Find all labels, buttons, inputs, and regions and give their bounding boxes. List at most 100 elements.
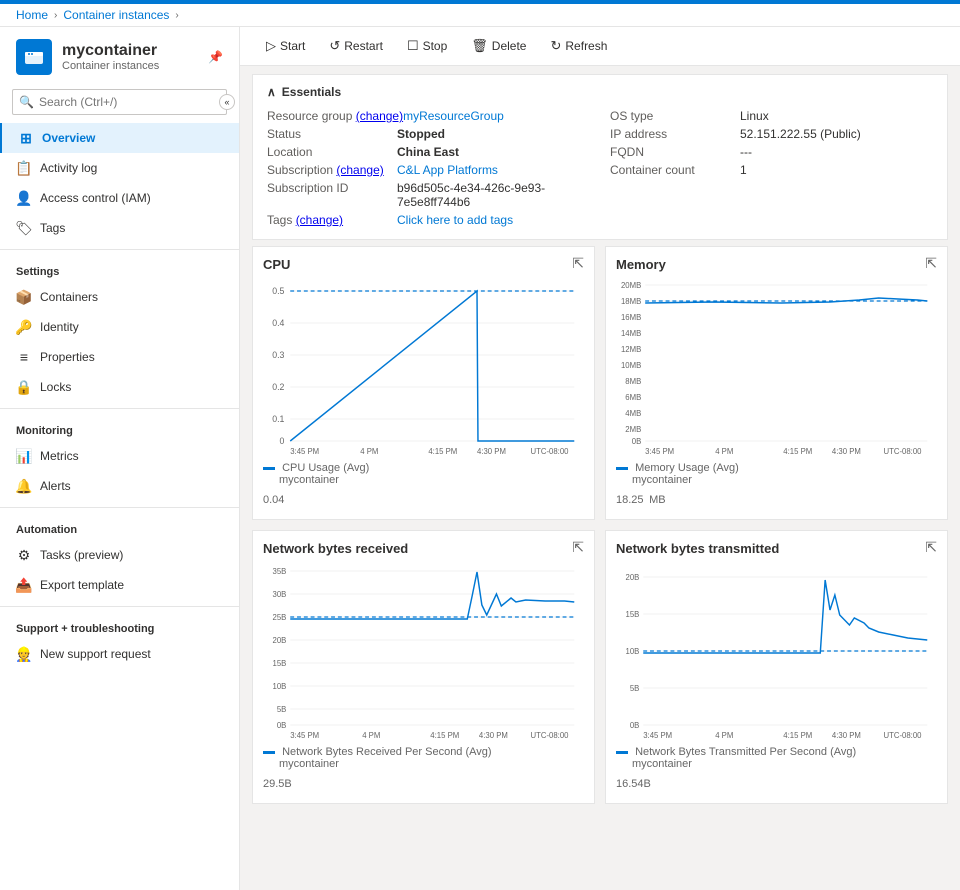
search-input[interactable] [12, 89, 227, 115]
memory-chart-pin-icon[interactable]: ⇱ [925, 255, 937, 272]
svg-text:3:45 PM: 3:45 PM [645, 447, 674, 456]
nav-icon-metrics: 📊 [16, 448, 32, 464]
ess-label-os: OS type [610, 109, 740, 123]
stop-button[interactable]: ☐ Stop [397, 33, 457, 59]
nav-divider [0, 408, 239, 409]
memory-legend-sub: mycontainer [632, 474, 692, 486]
svg-text:4:15 PM: 4:15 PM [783, 447, 812, 456]
nav-label-tags: Tags [40, 221, 65, 235]
sidebar-item-containers[interactable]: 📦Containers [0, 282, 239, 312]
ess-label-sub-id: Subscription ID [267, 181, 397, 209]
essentials-grid: Resource group (change) myResourceGroup … [267, 107, 933, 229]
svg-text:35B: 35B [273, 567, 287, 576]
start-icon: ▷ [266, 38, 276, 54]
memory-chart-title: Memory [616, 257, 937, 272]
nav-icon-overview: ⊞ [18, 130, 34, 146]
svg-text:30B: 30B [273, 590, 287, 599]
nav-label-locks: Locks [40, 380, 71, 394]
sidebar-item-locks[interactable]: 🔒 Locks [0, 372, 239, 402]
stop-icon: ☐ [407, 38, 419, 54]
svg-text:12MB: 12MB [621, 345, 641, 354]
nav-label-tasks: Tasks (preview) [40, 548, 123, 562]
svg-text:4 PM: 4 PM [715, 447, 733, 456]
ess-row-sub-id: Subscription ID b96d505c-4e34-426c-9e93-… [267, 179, 590, 211]
sidebar-item-tags[interactable]: 🏷 Tags [0, 213, 239, 243]
refresh-button[interactable]: ↻ Refresh [540, 33, 617, 59]
ess-value-os: Linux [740, 109, 769, 123]
charts-area: CPU ⇱ 0.5 0.4 0.3 0.2 0.1 0 [240, 246, 960, 890]
svg-text:0B: 0B [277, 721, 287, 730]
restart-button[interactable]: ↺ Restart [319, 33, 393, 59]
memory-chart-meta: Memory Usage (Avg) mycontainer [616, 462, 937, 486]
sidebar-item-export-template[interactable]: 📤Export template [0, 570, 239, 600]
nav-label-activity-log: Activity log [40, 161, 97, 175]
nav-label-overview: Overview [42, 131, 95, 145]
svg-text:20B: 20B [626, 573, 640, 582]
cpu-chart-pin-icon[interactable]: ⇱ [572, 255, 584, 272]
ess-row-tags: Tags (change) Click here to add tags [267, 211, 590, 229]
pin-icon[interactable]: 📌 [208, 50, 223, 64]
nav-divider [0, 606, 239, 607]
cpu-chart-meta: CPU Usage (Avg) mycontainer [263, 462, 584, 486]
sidebar-item-access-control[interactable]: 👤Access control (IAM) [0, 183, 239, 213]
start-button[interactable]: ▷ Start [256, 33, 315, 59]
net-transmitted-chart-title: Network bytes transmitted [616, 541, 937, 556]
nav-icon-locks: 🔒 [16, 379, 32, 395]
ess-value-sub-id: b96d505c-4e34-426c-9e93-7e5e8ff744b6 [397, 181, 590, 209]
sidebar-item-tasks[interactable]: ⚙Tasks (preview) [0, 540, 239, 570]
cpu-chart-title: CPU [263, 257, 584, 272]
net-received-meta: Network Bytes Received Per Second (Avg) … [263, 746, 584, 770]
net-received-chart-pin-icon[interactable]: ⇱ [572, 539, 584, 556]
svg-text:20MB: 20MB [621, 281, 641, 290]
svg-text:4 PM: 4 PM [360, 447, 378, 456]
breadcrumb-container-instances[interactable]: Container instances [63, 8, 169, 22]
breadcrumb-home[interactable]: Home [16, 8, 48, 22]
svg-text:10MB: 10MB [621, 361, 641, 370]
ess-row-os: OS type Linux [610, 107, 933, 125]
net-transmitted-unit: B [644, 778, 651, 790]
collapse-sidebar-button[interactable]: « [219, 94, 235, 110]
breadcrumb-sep1: › [54, 10, 57, 21]
svg-text:4:30 PM: 4:30 PM [477, 447, 506, 456]
resource-title: mycontainer [62, 42, 159, 60]
cpu-chart-container: 0.5 0.4 0.3 0.2 0.1 0 [263, 276, 584, 456]
nav-icon-alerts: 🔔 [16, 478, 32, 494]
ess-row-ip: IP address 52.151.222.55 (Public) [610, 125, 933, 143]
cpu-chart-card: CPU ⇱ 0.5 0.4 0.3 0.2 0.1 0 [252, 246, 595, 520]
sidebar-item-new-support[interactable]: 👷New support request [0, 639, 239, 669]
nav-label-export-template: Export template [40, 578, 124, 592]
net-received-chart-card: Network bytes received ⇱ 35B 30B 25B 20B… [252, 530, 595, 804]
sidebar-item-properties[interactable]: ≡Properties [0, 342, 239, 372]
breadcrumb: Home › Container instances › [0, 4, 960, 27]
sidebar-item-activity-log[interactable]: 📋Activity log [0, 153, 239, 183]
sidebar-item-metrics[interactable]: 📊Metrics [0, 441, 239, 471]
svg-text:6MB: 6MB [625, 393, 641, 402]
essentials-header[interactable]: ∧ Essentials [267, 85, 933, 99]
nav-icon-identity: 🔑 [16, 319, 32, 335]
search-box: 🔍 « [12, 89, 227, 115]
memory-legend-line [616, 467, 628, 470]
svg-text:4:30 PM: 4:30 PM [832, 731, 861, 740]
net-received-unit: B [284, 778, 291, 790]
ess-label-count: Container count [610, 163, 740, 177]
nav-icon-tags: 🏷 [16, 220, 32, 236]
svg-text:3:45 PM: 3:45 PM [290, 731, 319, 740]
net-transmitted-chart-value: 16.54B [616, 770, 937, 793]
svg-text:3:45 PM: 3:45 PM [290, 447, 319, 456]
net-transmitted-chart-card: Network bytes transmitted ⇱ 20B 15B 10B … [605, 530, 948, 804]
svg-text:15B: 15B [626, 610, 640, 619]
net-transmitted-legend-line [616, 751, 628, 754]
sidebar-item-identity[interactable]: 🔑Identity [0, 312, 239, 342]
net-received-chart-value: 29.5B [263, 770, 584, 793]
essentials-title: Essentials [282, 85, 341, 99]
net-received-legend-sub: mycontainer [279, 758, 339, 770]
nav-icon-new-support: 👷 [16, 646, 32, 662]
svg-text:20B: 20B [273, 636, 287, 645]
sidebar-item-overview[interactable]: ⊞ Overview [0, 123, 239, 153]
sidebar-item-alerts[interactable]: 🔔Alerts [0, 471, 239, 501]
cpu-chart-value: 0.04 [263, 486, 584, 509]
net-transmitted-chart-pin-icon[interactable]: ⇱ [925, 539, 937, 556]
delete-button[interactable]: 🗑 Delete [461, 33, 536, 59]
essentials-section: ∧ Essentials Resource group (change) myR… [252, 74, 948, 240]
ess-value-ip: 52.151.222.55 (Public) [740, 127, 861, 141]
